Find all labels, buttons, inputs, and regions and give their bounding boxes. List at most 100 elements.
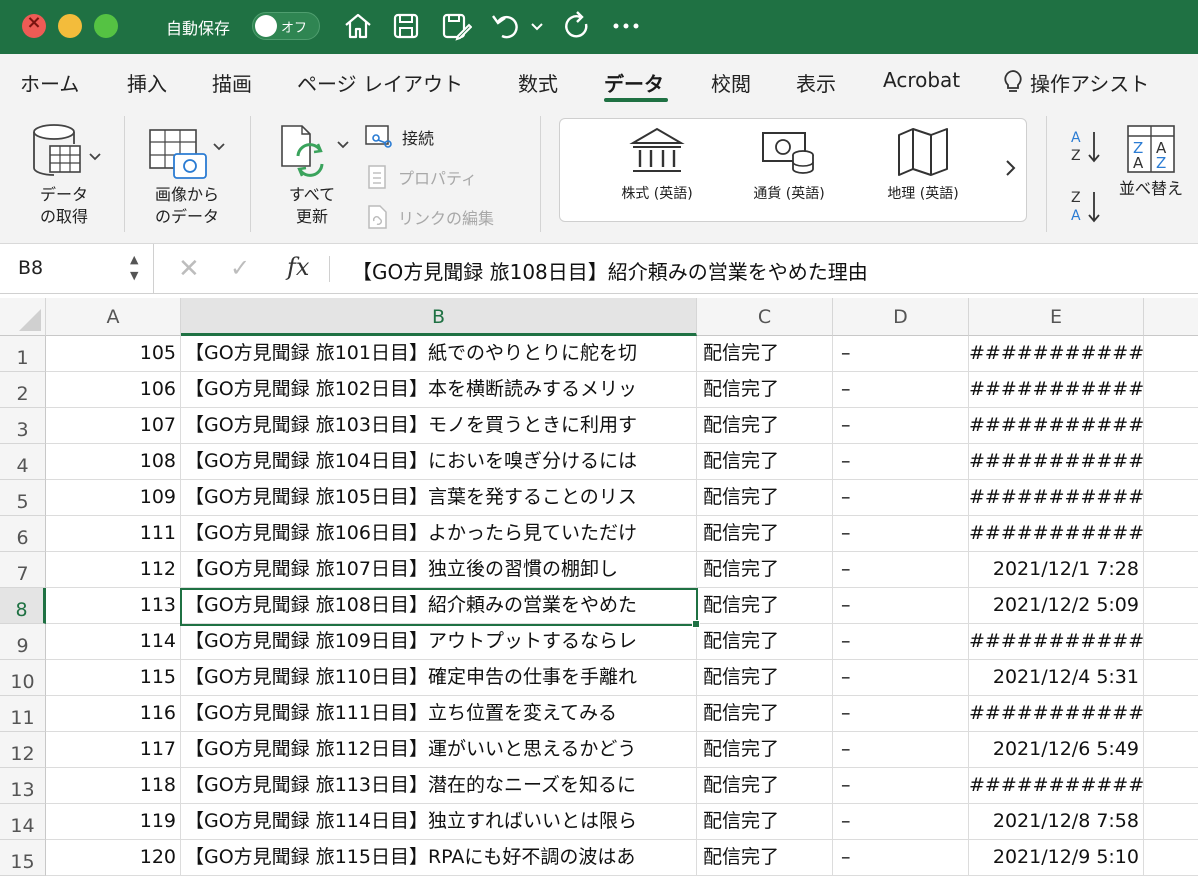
cell-f[interactable] [1144, 444, 1198, 480]
cell-d[interactable]: – [833, 336, 969, 372]
cell-e[interactable]: ############ [969, 372, 1144, 408]
cell-a[interactable]: 108 [46, 444, 181, 480]
cell-b[interactable]: 【GO方見聞録 旅115日目】RPAにも好不調の波はあ [181, 840, 697, 876]
row-header[interactable]: 10 [0, 660, 46, 696]
column-header-e[interactable]: E [969, 298, 1144, 336]
row-header[interactable]: 12 [0, 732, 46, 768]
home-icon[interactable] [342, 10, 374, 42]
tab-formulas[interactable]: 数式 [518, 68, 558, 97]
cell-d[interactable]: – [833, 768, 969, 804]
cell-e[interactable]: 2021/12/9 5:10 [969, 840, 1144, 876]
cell-e[interactable]: ############ [969, 408, 1144, 444]
cell-b[interactable]: 【GO方見聞録 旅104日目】においを嗅ぎ分けるには [181, 444, 697, 480]
currencies-data-type[interactable]: 通貨 (英語) [734, 125, 844, 205]
column-header-c[interactable]: C [697, 298, 833, 336]
cell-f[interactable] [1144, 516, 1198, 552]
cell-b[interactable]: 【GO方見聞録 旅113日目】潜在的なニーズを知るに [181, 768, 697, 804]
cell-b[interactable]: 【GO方見聞録 旅103日目】モノを買うときに利用す [181, 408, 697, 444]
cell-a[interactable]: 119 [46, 804, 181, 840]
cell-a[interactable]: 112 [46, 552, 181, 588]
cell-c[interactable]: 配信完了 [697, 696, 833, 732]
chevron-right-icon[interactable] [1004, 157, 1018, 183]
cell-c[interactable]: 配信完了 [697, 480, 833, 516]
cell-d[interactable]: – [833, 444, 969, 480]
tab-data[interactable]: データ [604, 68, 664, 97]
cell-b[interactable]: 【GO方見聞録 旅105日目】言葉を発することのリス [181, 480, 697, 516]
cancel-icon[interactable]: ✕ [178, 254, 200, 284]
cell-c[interactable]: 配信完了 [697, 588, 833, 624]
row-header[interactable]: 7 [0, 552, 46, 588]
cell-a[interactable]: 118 [46, 768, 181, 804]
cell-c[interactable]: 配信完了 [697, 516, 833, 552]
row-header[interactable]: 6 [0, 516, 46, 552]
cell-d[interactable]: – [833, 660, 969, 696]
row-header[interactable]: 3 [0, 408, 46, 444]
cell-e[interactable]: 2021/12/8 7:58 [969, 804, 1144, 840]
cell-f[interactable] [1144, 660, 1198, 696]
cell-f[interactable] [1144, 336, 1198, 372]
cell-a[interactable]: 105 [46, 336, 181, 372]
row-header[interactable]: 11 [0, 696, 46, 732]
cell-d[interactable]: – [833, 372, 969, 408]
tab-page-layout[interactable]: ページ レイアウト [297, 68, 463, 97]
sort-ascending-button[interactable]: AZ [1068, 126, 1104, 170]
cell-b[interactable]: 【GO方見聞録 旅109日目】アウトプットするならレ [181, 624, 697, 660]
cell-d[interactable]: – [833, 588, 969, 624]
properties-button[interactable]: プロパティ [366, 164, 477, 194]
tab-home[interactable]: ホーム [20, 68, 79, 97]
sort-button[interactable]: ZAAZ 並べ替え [1114, 122, 1188, 200]
sort-descending-button[interactable]: ZA [1068, 186, 1104, 230]
autosave-toggle[interactable]: オフ [252, 12, 320, 40]
save-icon[interactable] [390, 10, 422, 42]
undo-icon[interactable] [490, 10, 522, 42]
cell-f[interactable] [1144, 552, 1198, 588]
name-box[interactable]: B8 ▲ ▼ [0, 244, 154, 294]
check-icon[interactable]: ✓ [230, 254, 250, 282]
stocks-data-type[interactable]: 株式 (英語) [602, 125, 712, 205]
cell-d[interactable]: – [833, 732, 969, 768]
cell-b[interactable]: 【GO方見聞録 旅112日目】運がいいと思えるかどう [181, 732, 697, 768]
cell-c[interactable]: 配信完了 [697, 444, 833, 480]
cell-c[interactable]: 配信完了 [697, 336, 833, 372]
cell-f[interactable] [1144, 372, 1198, 408]
cell-d[interactable]: – [833, 480, 969, 516]
cell-e[interactable]: 2021/12/4 5:31 [969, 660, 1144, 696]
column-header-f[interactable] [1144, 298, 1198, 336]
geography-data-type[interactable]: 地理 (英語) [868, 125, 978, 205]
tab-view[interactable]: 表示 [796, 68, 836, 97]
cell-e[interactable]: 2021/12/2 5:09 [969, 588, 1144, 624]
cell-e[interactable]: ############ [969, 768, 1144, 804]
tab-tell-me[interactable]: 操作アシスト [1002, 68, 1149, 100]
cell-e[interactable]: 2021/12/6 5:49 [969, 732, 1144, 768]
cell-c[interactable]: 配信完了 [697, 840, 833, 876]
cell-a[interactable]: 115 [46, 660, 181, 696]
row-header[interactable]: 5 [0, 480, 46, 516]
cell-f[interactable] [1144, 588, 1198, 624]
cell-e[interactable]: ############ [969, 696, 1144, 732]
cell-f[interactable] [1144, 408, 1198, 444]
cell-c[interactable]: 配信完了 [697, 408, 833, 444]
cell-a[interactable]: 117 [46, 732, 181, 768]
data-from-picture-button[interactable]: 画像から のデータ [142, 120, 232, 228]
connections-button[interactable]: 接続 [364, 124, 434, 154]
cell-e[interactable]: ############ [969, 444, 1144, 480]
cell-e[interactable]: ############ [969, 624, 1144, 660]
tab-acrobat[interactable]: Acrobat [883, 68, 960, 92]
cell-a[interactable]: 116 [46, 696, 181, 732]
cell-c[interactable]: 配信完了 [697, 624, 833, 660]
redo-icon[interactable] [560, 10, 592, 42]
cell-c[interactable]: 配信完了 [697, 660, 833, 696]
zoom-window-button[interactable] [94, 14, 118, 38]
row-header[interactable]: 14 [0, 804, 46, 840]
get-data-button[interactable]: データ の取得 [22, 120, 106, 228]
cell-a[interactable]: 114 [46, 624, 181, 660]
row-header[interactable]: 2 [0, 372, 46, 408]
cell-a[interactable]: 106 [46, 372, 181, 408]
name-box-stepper-icon[interactable]: ▲ ▼ [130, 252, 138, 284]
cell-b[interactable]: 【GO方見聞録 旅101日目】紙でのやりとりに舵を切 [181, 336, 697, 372]
cell-a[interactable]: 107 [46, 408, 181, 444]
insert-function-button[interactable]: fx [287, 253, 309, 281]
cell-a[interactable]: 120 [46, 840, 181, 876]
cell-b[interactable]: 【GO方見聞録 旅111日目】立ち位置を変えてみる [181, 696, 697, 732]
cell-f[interactable] [1144, 840, 1198, 876]
